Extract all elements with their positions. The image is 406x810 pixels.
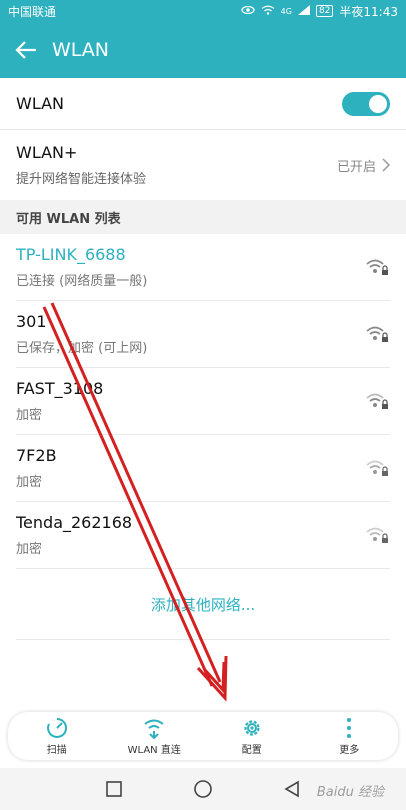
- back-arrow-icon: [15, 41, 36, 59]
- wlan-direct-button[interactable]: WLAN 直连: [106, 712, 204, 760]
- app-bar: WLAN: [0, 22, 406, 78]
- watermark: Baidu 经验: [316, 785, 384, 800]
- network-status: 加密: [16, 542, 43, 557]
- available-networks-header: 可用 WLAN 列表: [0, 200, 406, 234]
- eye-icon: [241, 4, 255, 18]
- network-name: FAST_3108: [16, 379, 104, 398]
- home-circle-icon[interactable]: [193, 779, 213, 799]
- network-name: 301: [16, 312, 47, 331]
- network-name: 7F2B: [16, 446, 57, 465]
- more-button[interactable]: 更多: [301, 712, 399, 760]
- wlan-toggle-row[interactable]: WLAN: [0, 78, 406, 130]
- network-item[interactable]: 301 已保存，加密 (可上网): [16, 301, 390, 368]
- wifi-lock-icon: [366, 326, 388, 342]
- wifi-lock-icon: [366, 393, 388, 409]
- config-label: 配置: [241, 744, 262, 756]
- wlan-toggle-switch[interactable]: [342, 91, 390, 116]
- wifi-lock-icon: [366, 527, 388, 543]
- clock: 半夜11:43: [339, 4, 398, 19]
- scan-button[interactable]: 扫描: [8, 712, 106, 760]
- config-button[interactable]: 配置: [203, 712, 301, 760]
- back-triangle-icon[interactable]: [283, 780, 301, 798]
- network-item[interactable]: FAST_3108 加密: [16, 368, 390, 435]
- network-item[interactable]: Tenda_262168 加密: [16, 502, 390, 569]
- network-name: Tenda_262168: [16, 513, 133, 532]
- scan-label: 扫描: [46, 744, 67, 756]
- chevron-right-icon: [382, 158, 390, 172]
- network-status: 已保存，加密 (可上网): [16, 341, 148, 356]
- network-item[interactable]: 7F2B 加密: [16, 435, 390, 502]
- network-item[interactable]: TP-LINK_6688 已连接 (网络质量一般): [16, 234, 390, 301]
- network-type-label: 4G: [280, 6, 292, 16]
- status-bar: 中国联通 4G 82 半夜11:43: [0, 0, 406, 22]
- add-network-link[interactable]: 添加其他网络...: [16, 570, 390, 640]
- wlan-plus-subtitle: 提升网络智能连接体验: [16, 172, 147, 187]
- wlan-plus-row[interactable]: WLAN+ 提升网络智能连接体验 已开启: [0, 130, 406, 200]
- recents-square-icon[interactable]: [105, 780, 123, 798]
- wifi-lock-icon: [366, 460, 388, 476]
- carrier-label: 中国联通: [8, 4, 57, 19]
- status-icons: 4G 82 半夜11:43: [241, 3, 398, 20]
- battery-level: 82: [315, 5, 334, 17]
- back-button[interactable]: [0, 22, 52, 78]
- network-name: TP-LINK_6688: [16, 245, 126, 264]
- gear-icon: [244, 719, 260, 736]
- network-status: 加密: [16, 408, 43, 423]
- wlan-direct-label: WLAN 直连: [127, 744, 181, 756]
- network-list: TP-LINK_6688 已连接 (网络质量一般) 301 已保存，加密 (可上…: [0, 234, 406, 569]
- wlan-toggle-label: WLAN: [16, 94, 65, 113]
- signal-icon: [297, 4, 310, 18]
- toggle-knob: [369, 94, 387, 113]
- network-status: 加密: [16, 475, 43, 490]
- wifi-status-icon: [261, 4, 275, 18]
- wlan-plus-title: WLAN+: [16, 143, 78, 162]
- wifi-direct-icon: [144, 719, 164, 739]
- scan-icon: [46, 717, 67, 738]
- network-status: 已连接 (网络质量一般): [16, 274, 148, 289]
- bottom-toolbar: 扫描 WLAN 直连 配置 更多: [8, 712, 398, 760]
- more-label: 更多: [339, 744, 360, 756]
- wlan-plus-state: 已开启: [336, 159, 376, 175]
- more-vertical-icon: [347, 717, 352, 738]
- wifi-lock-icon: [366, 259, 388, 275]
- page-title: WLAN: [52, 39, 110, 61]
